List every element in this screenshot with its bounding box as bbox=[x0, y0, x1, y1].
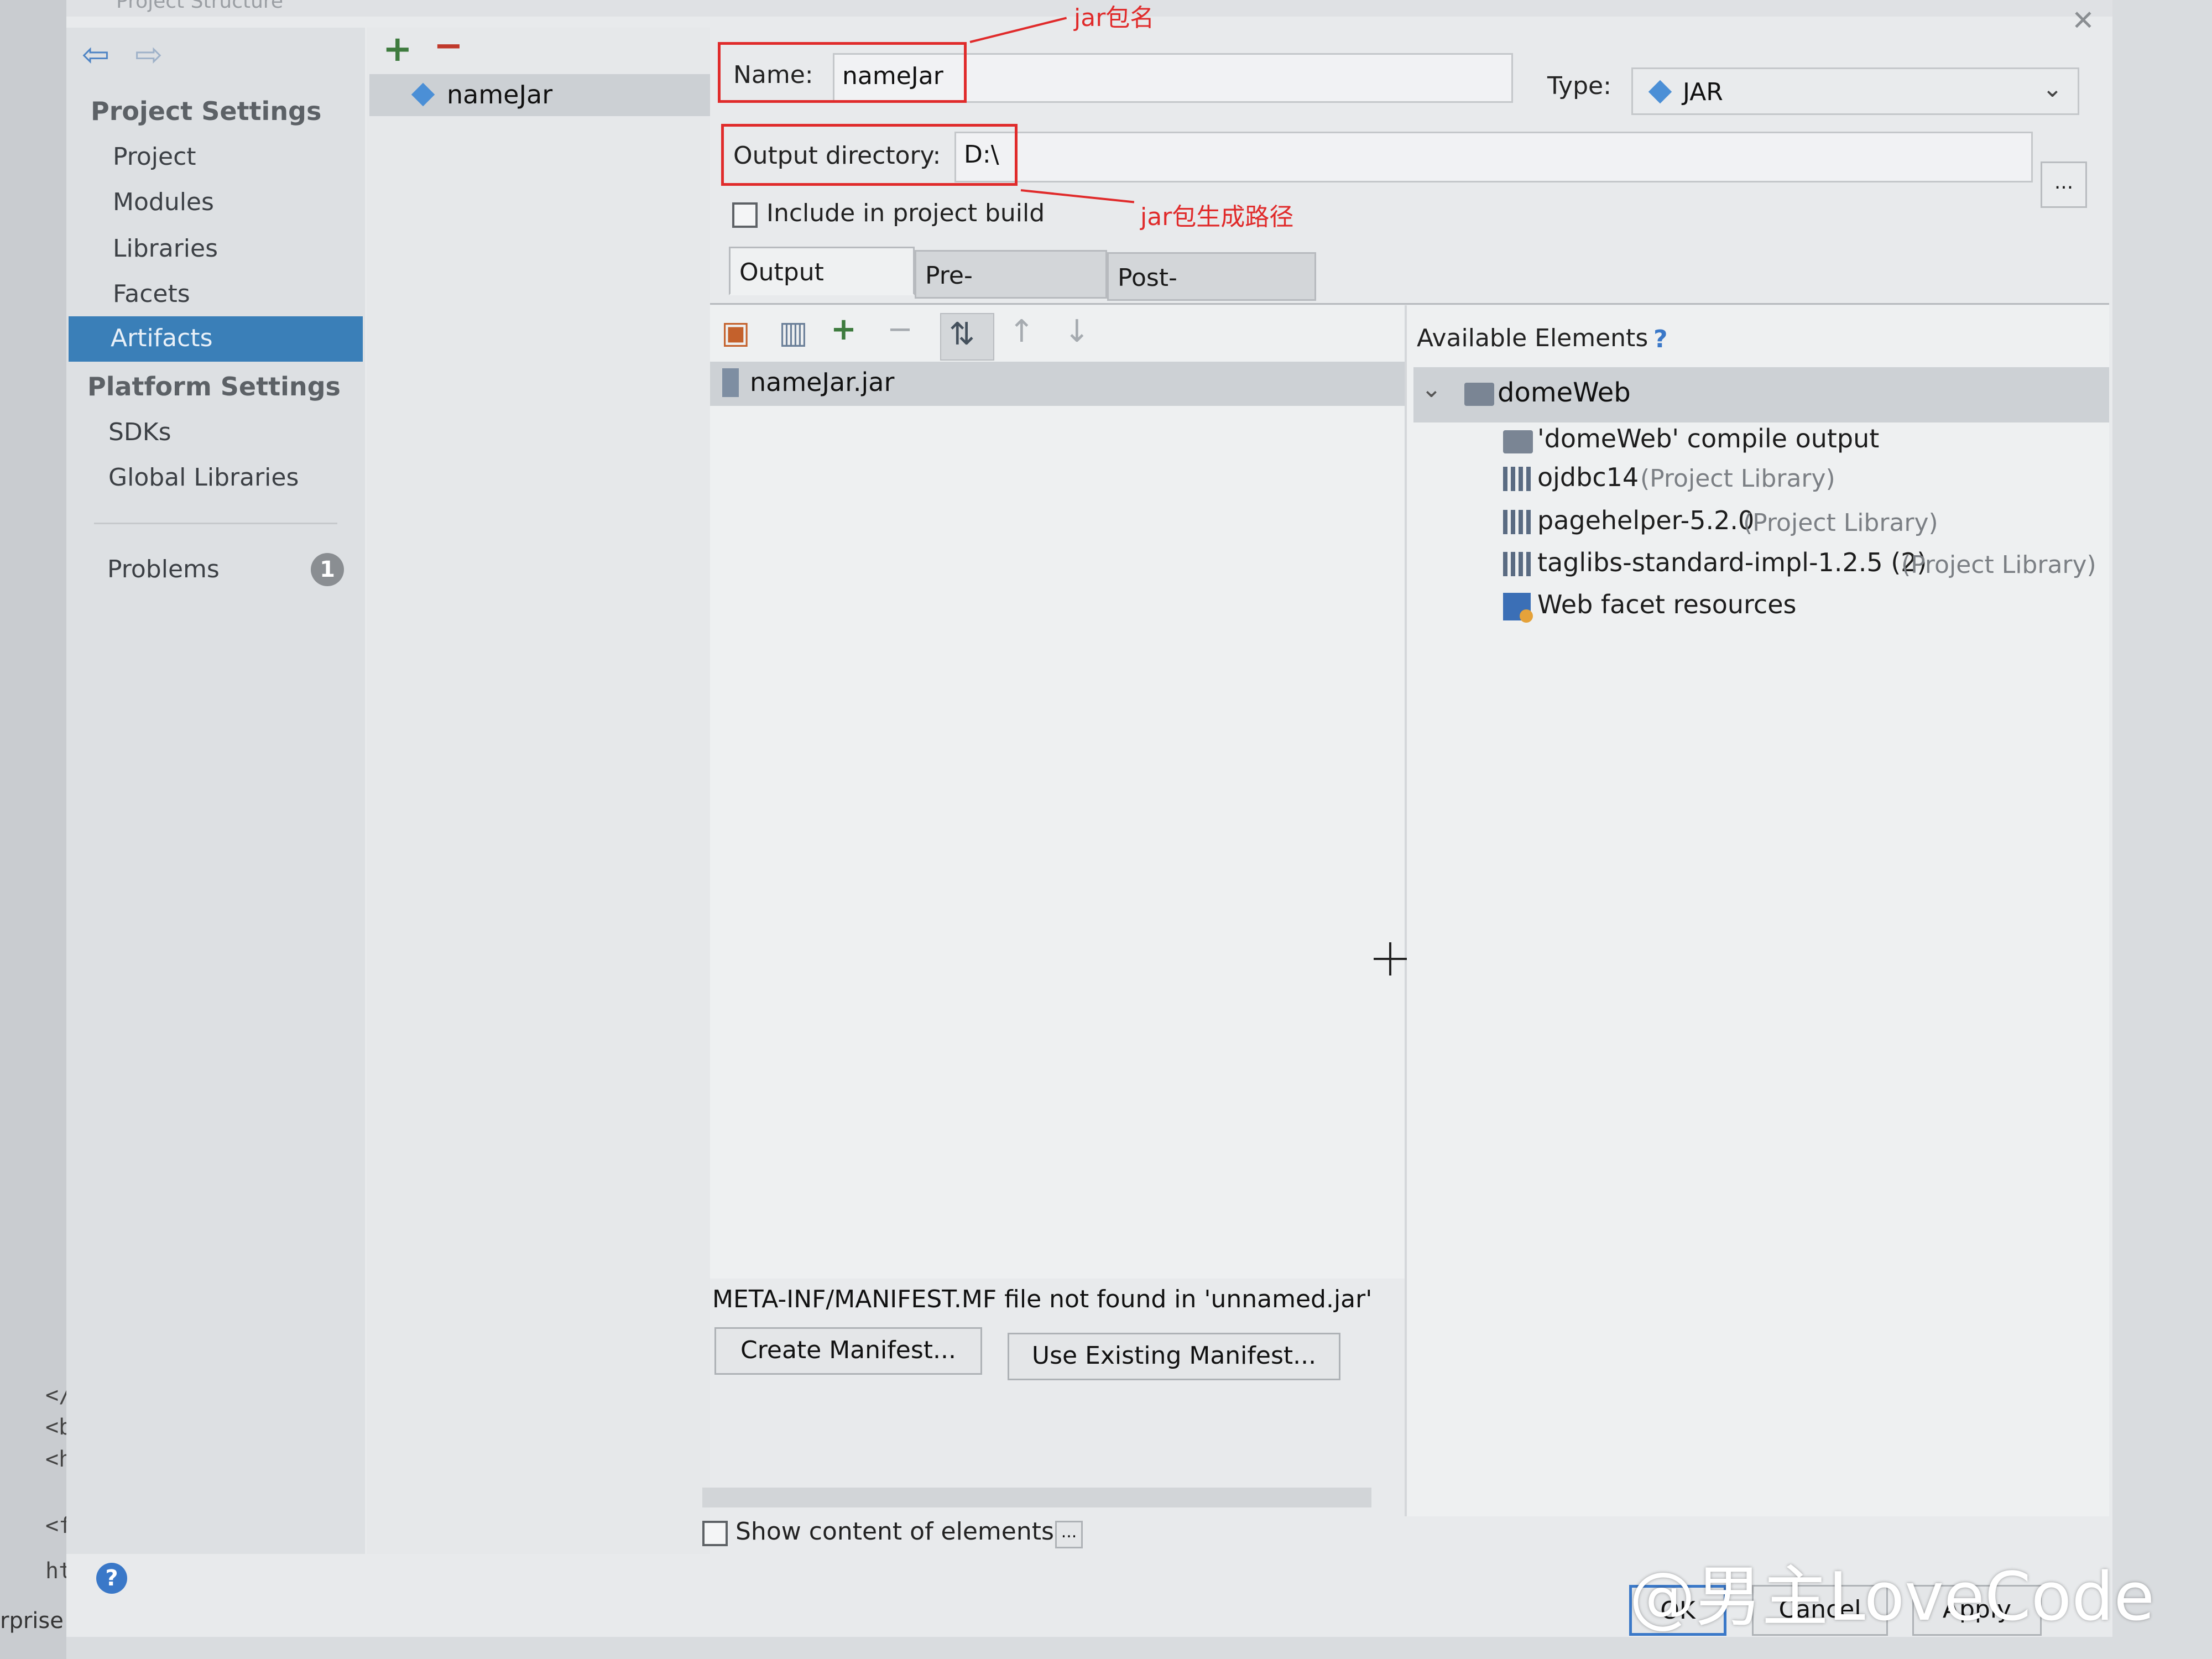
move-down-icon[interactable]: ↓ bbox=[1064, 315, 1090, 348]
module-folder-icon bbox=[1464, 383, 1494, 406]
platform-settings-header: Platform Settings bbox=[87, 372, 341, 401]
folder-icon bbox=[1503, 430, 1533, 453]
output-directory-highlight-box bbox=[721, 124, 1018, 186]
sidebar-item-sdks[interactable]: SDKs bbox=[108, 418, 171, 446]
sidebar-divider bbox=[94, 523, 337, 524]
artifact-item-label: nameJar bbox=[447, 80, 553, 109]
tree-root-domeweb[interactable]: ⌄ domeWeb bbox=[1413, 367, 2109, 422]
sidebar-item-problems[interactable]: Problems bbox=[107, 555, 220, 583]
dialog-title: Project Structure bbox=[116, 0, 284, 13]
tab-post-processing[interactable]: Post-processing bbox=[1107, 252, 1316, 341]
jar-file-icon bbox=[722, 368, 739, 397]
watermark: @男主LoveCode bbox=[1629, 1559, 2155, 1636]
tree-item-label: taglibs-standard-impl-1.2.5 (2) bbox=[1537, 547, 1927, 577]
help-question-icon[interactable]: ? bbox=[1653, 325, 1668, 353]
sidebar-item-label: Artifacts bbox=[111, 324, 213, 352]
show-content-options-button[interactable]: ... bbox=[1055, 1521, 1083, 1548]
help-icon[interactable]: ? bbox=[96, 1563, 127, 1594]
type-select-value: JAR bbox=[1683, 78, 1723, 106]
tree-item-note: (Project Library) bbox=[1640, 465, 1835, 493]
sidebar-item-global-libraries[interactable]: Global Libraries bbox=[108, 463, 299, 492]
sidebar-item-facets[interactable]: Facets bbox=[113, 280, 190, 308]
artifacts-list bbox=[367, 28, 710, 1554]
sort-icon[interactable]: ⇅ bbox=[940, 313, 994, 361]
tree-item[interactable]: 'domeWeb' compile output bbox=[1493, 420, 2101, 465]
sidebar-item-modules[interactable]: Modules bbox=[113, 188, 214, 216]
tree-item-label: pagehelper-5.2.0 bbox=[1537, 505, 1755, 535]
chevron-down-icon: ⌄ bbox=[2042, 75, 2063, 103]
tree-item[interactable]: taglibs-standard-impl-1.2.5 (2) (Project… bbox=[1493, 546, 2101, 591]
sidebar-item-libraries[interactable]: Libraries bbox=[113, 234, 218, 263]
manifest-warning: META-INF/MANIFEST.MF file not found in '… bbox=[712, 1285, 1373, 1313]
horizontal-scrollbar[interactable] bbox=[702, 1488, 1371, 1507]
tree-root-label: domeWeb bbox=[1498, 377, 1631, 408]
library-icon bbox=[1503, 510, 1533, 534]
tabs-divider bbox=[710, 303, 2109, 305]
sidebar-item-artifacts[interactable]: Artifacts bbox=[69, 316, 363, 362]
tree-item[interactable]: Web facet resources bbox=[1493, 588, 2101, 633]
remove-icon[interactable]: − bbox=[887, 313, 913, 346]
jar-name-annotation: jar包名 bbox=[1074, 4, 1155, 32]
output-directory-input[interactable]: D:\ bbox=[954, 132, 2033, 182]
web-facet-icon bbox=[1503, 593, 1533, 623]
artifact-item[interactable]: nameJar bbox=[369, 74, 710, 116]
layout-item[interactable]: nameJar.jar bbox=[710, 362, 1407, 406]
jar-type-icon bbox=[1648, 80, 1672, 104]
remove-artifact-button[interactable]: − bbox=[434, 25, 463, 66]
tab-output-layout[interactable]: Output Layout bbox=[729, 247, 915, 335]
show-content-checkbox[interactable] bbox=[702, 1521, 728, 1546]
create-manifest-button[interactable]: Create Manifest... bbox=[714, 1327, 982, 1375]
tab-pre-processing[interactable]: Pre-processing bbox=[915, 250, 1107, 338]
tree-item-label: 'domeWeb' compile output bbox=[1537, 424, 1880, 453]
archive-icon[interactable]: ▥ bbox=[779, 316, 808, 349]
type-select[interactable]: JAR ⌄ bbox=[1631, 67, 2079, 115]
include-in-build-checkbox[interactable] bbox=[732, 202, 758, 228]
project-settings-header: Project Settings bbox=[91, 96, 322, 126]
browse-output-directory-button[interactable]: ... bbox=[2041, 161, 2087, 208]
layout-item-label: nameJar.jar bbox=[750, 367, 895, 397]
output-layout-tree bbox=[710, 305, 1407, 1279]
tree-item[interactable]: ojdbc14 (Project Library) bbox=[1493, 461, 2101, 505]
use-existing-manifest-button[interactable]: Use Existing Manifest... bbox=[1008, 1333, 1340, 1380]
available-elements-header: Available Elements bbox=[1417, 324, 1648, 352]
jar-artifact-icon bbox=[411, 82, 435, 107]
arrow-right-icon[interactable]: ⇨ bbox=[135, 35, 163, 74]
chevron-down-icon[interactable]: ⌄ bbox=[1421, 375, 1442, 403]
tree-item[interactable]: pagehelper-5.2.0 (Project Library) bbox=[1493, 504, 2101, 549]
new-folder-icon[interactable]: ▣ bbox=[721, 316, 750, 349]
add-icon[interactable]: + bbox=[831, 313, 857, 346]
background-editor-strip bbox=[0, 0, 66, 1659]
jar-path-annotation: jar包生成路径 bbox=[1140, 203, 1294, 231]
library-icon bbox=[1503, 552, 1533, 576]
include-in-build-label: Include in project build bbox=[766, 199, 1045, 227]
library-icon bbox=[1503, 467, 1533, 491]
name-highlight-box bbox=[718, 42, 967, 103]
move-up-icon[interactable]: ↑ bbox=[1009, 315, 1035, 348]
arrow-left-icon[interactable]: ⇦ bbox=[82, 35, 109, 74]
problems-count-badge: 1 bbox=[311, 553, 344, 586]
type-label: Type: bbox=[1547, 72, 1611, 100]
show-content-label: Show content of elements bbox=[735, 1517, 1054, 1546]
tree-item-label: Web facet resources bbox=[1537, 589, 1797, 619]
tree-item-note: (Project Library) bbox=[1901, 551, 2096, 579]
sidebar-item-project[interactable]: Project bbox=[113, 143, 196, 171]
tree-item-label: ojdbc14 bbox=[1537, 462, 1639, 492]
background-status-text: rprise bbox=[0, 1608, 64, 1634]
cursor-crosshair-icon bbox=[1389, 942, 1391, 975]
add-artifact-button[interactable]: + bbox=[383, 29, 413, 70]
tree-item-note: (Project Library) bbox=[1743, 509, 1938, 537]
